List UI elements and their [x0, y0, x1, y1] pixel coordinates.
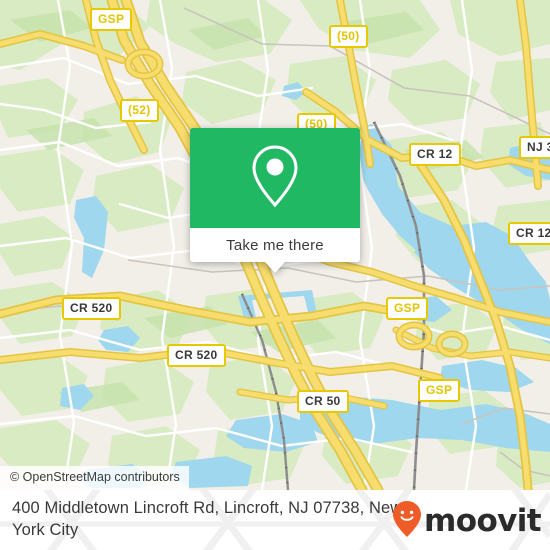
road-shield-gsp-2[interactable]: GSP — [386, 297, 429, 320]
road-shield-cr50[interactable]: CR 50 — [297, 390, 349, 413]
road-shield-50-1[interactable]: (50) — [329, 25, 368, 48]
map-canvas[interactable]: GSP (50) (52) (50) CR 12 NJ 35 CR 12 CR … — [0, 0, 550, 490]
road-shield-nj35[interactable]: NJ 35 — [519, 136, 550, 159]
road-shield-52[interactable]: (52) — [120, 99, 159, 122]
moovit-pin-icon — [392, 500, 422, 543]
road-shield-cr520-1[interactable]: CR 520 — [62, 297, 121, 320]
location-popup-card[interactable]: Take me there — [190, 128, 360, 273]
road-shield-cr12-1[interactable]: CR 12 — [409, 143, 461, 166]
popup-header — [190, 128, 360, 228]
road-shield-cr520-2[interactable]: CR 520 — [167, 344, 226, 367]
moovit-wordmark: moovit — [424, 503, 542, 539]
road-shield-gsp-1[interactable]: GSP — [90, 8, 133, 31]
map-pin-icon — [249, 143, 301, 214]
popup-footer[interactable]: Take me there — [190, 228, 360, 273]
moovit-logo[interactable]: moovit — [392, 500, 542, 543]
road-shield-cr12-2[interactable]: CR 12 — [508, 222, 550, 245]
address-text: 400 Middletown Lincroft Rd, Lincroft, NJ… — [12, 499, 403, 539]
take-me-there-button-label: Take me there — [226, 236, 324, 254]
road-shield-gsp-3[interactable]: GSP — [418, 379, 461, 402]
footer-bar: 400 Middletown Lincroft Rd, Lincroft, NJ… — [0, 490, 550, 550]
moovit-map-screenshot: GSP (50) (52) (50) CR 12 NJ 35 CR 12 CR … — [0, 0, 550, 550]
osm-attribution[interactable]: © OpenStreetMap contributors — [0, 466, 189, 490]
popup-tail — [265, 262, 285, 273]
